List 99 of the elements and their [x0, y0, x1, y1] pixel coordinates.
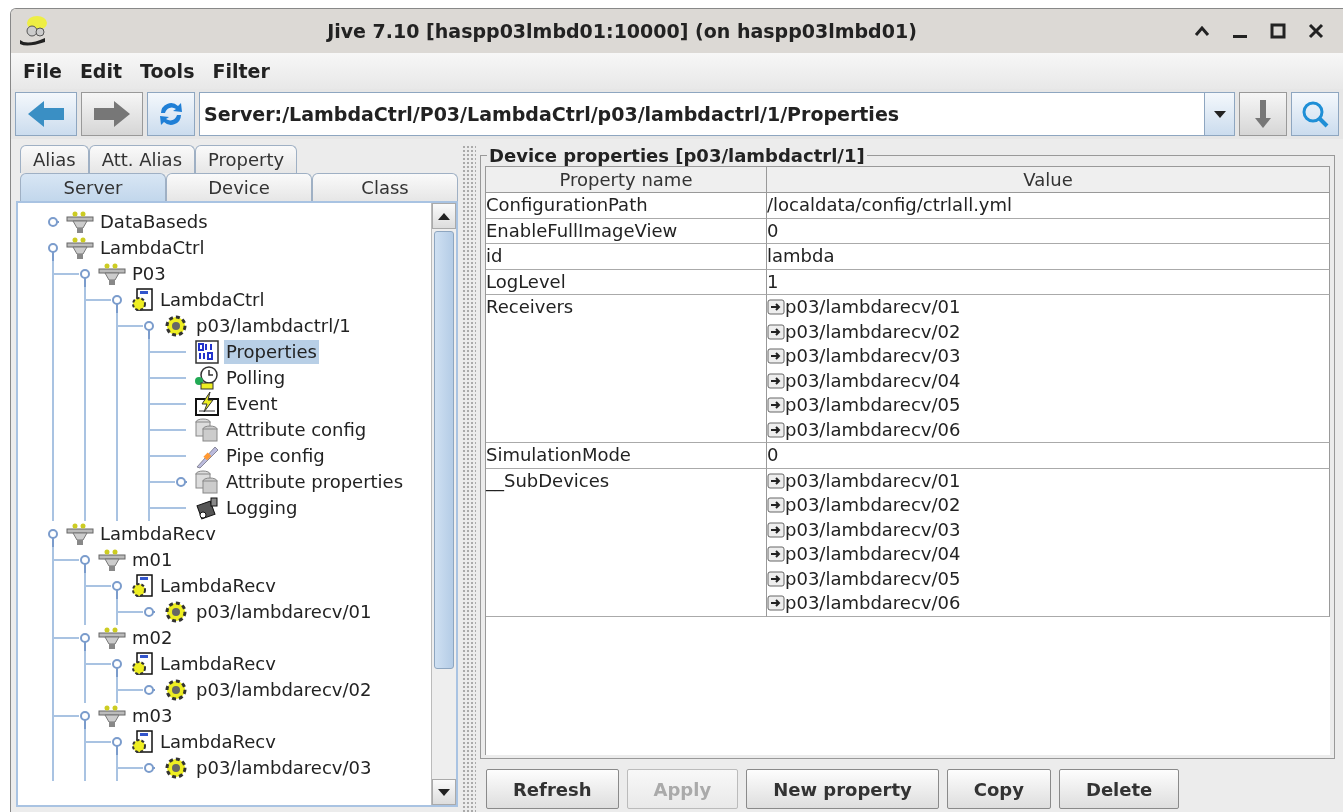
table-cell: p03/lambdarecv/01	[785, 468, 961, 493]
cylinders-icon	[193, 469, 221, 495]
tab[interactable]: Device	[166, 173, 312, 201]
splitter-handle[interactable]	[462, 145, 476, 812]
table-cell: p03/lambdarecv/05	[785, 566, 961, 591]
class-icon	[129, 651, 155, 677]
action-button[interactable]: Refresh	[486, 769, 619, 809]
tree-item[interactable]: p03/lambdarecv/03	[194, 756, 374, 780]
close-button[interactable]	[1307, 22, 1325, 40]
table-cell: p03/lambdarecv/04	[785, 368, 961, 393]
tree-item[interactable]: Properties	[224, 340, 319, 364]
tree-item[interactable]: m02	[130, 626, 175, 650]
lightning-icon	[193, 391, 221, 417]
class-icon	[129, 573, 155, 599]
scroll-up-button[interactable]	[432, 203, 456, 229]
class-icon	[129, 729, 155, 755]
tree-item[interactable]: LambdaRecv	[158, 574, 278, 598]
search-icon	[1300, 99, 1330, 129]
window-title: Jive 7.10 [haspp03lmbd01:10000] (on haspp03lmbd01)	[325, 20, 918, 42]
table-cell-text: 1	[767, 269, 780, 294]
camera-icon	[193, 495, 221, 521]
table-cell: p03/lambdarecv/02	[785, 319, 961, 344]
table-cell-text: lambda	[767, 244, 836, 268]
clock-icon	[193, 365, 221, 391]
tree-item[interactable]: Attribute config	[224, 418, 369, 442]
tree-item[interactable]: p03/lambdarecv/01	[194, 600, 374, 624]
table-cell-text: p03/lambdarecv/04	[785, 542, 961, 566]
tab[interactable]: Server	[20, 173, 166, 201]
menu-item[interactable]: Edit	[73, 60, 129, 82]
tree-item[interactable]: LambdaRecv	[98, 522, 218, 546]
caret-up-icon	[437, 211, 451, 221]
table-cell: id	[486, 244, 767, 270]
search-button[interactable]	[1291, 92, 1339, 136]
menu-item[interactable]: File	[17, 60, 68, 82]
scrollbar-thumb[interactable]	[434, 231, 454, 669]
tree-item[interactable]: LambdaCtrl	[98, 236, 207, 260]
tree-item[interactable]: m01	[130, 548, 175, 572]
class-icon	[129, 287, 155, 313]
column-header[interactable]: Value	[767, 167, 1330, 193]
action-button[interactable]: Delete	[1058, 769, 1180, 809]
tab[interactable]: Att. Alias	[88, 145, 195, 173]
caret-down-icon	[1212, 109, 1227, 119]
table-cell-text: 0	[767, 443, 780, 467]
tree-item[interactable]: Polling	[224, 366, 288, 390]
binary-grid-icon	[193, 339, 221, 365]
scroll-down-button[interactable]	[432, 779, 456, 805]
server-icon	[65, 209, 95, 235]
arrow-left-icon	[26, 99, 66, 129]
menu-item[interactable]: Filter	[206, 60, 276, 82]
table-cell-text: p03/lambdarecv/01	[785, 295, 961, 319]
tab[interactable]: Alias	[20, 145, 89, 173]
table-cell-text: p03/lambdarecv/03	[785, 344, 961, 368]
tree-item[interactable]: m03	[130, 704, 175, 728]
server-icon	[97, 261, 127, 287]
tree-item[interactable]: P03	[130, 262, 168, 286]
arrow-down-icon	[1253, 98, 1273, 130]
table-cell: p03/lambdarecv/03	[785, 517, 961, 542]
tree-item[interactable]: LambdaCtrl	[158, 288, 267, 312]
action-button[interactable]: New property	[746, 769, 939, 809]
tree-item[interactable]: p03/lambdactrl/1	[194, 314, 353, 338]
table-cell-text: p03/lambdarecv/06	[785, 591, 961, 615]
forward-button[interactable]	[81, 92, 143, 136]
tree-item[interactable]: Pipe config	[224, 444, 327, 468]
table-cell-text: p03/lambdarecv/02	[785, 493, 961, 517]
table-cell: EnableFullImageView	[486, 218, 767, 244]
back-button[interactable]	[15, 92, 77, 136]
tree-item[interactable]: Attribute properties	[224, 470, 406, 494]
address-field[interactable]: Server:/LambdaCtrl/P03/LambdaCtrl/p03/lambdactrl/1/Properties	[199, 92, 1204, 136]
menu-item[interactable]: Tools	[134, 60, 201, 82]
table-cell-text: /localdata/config/ctrlall.yml	[767, 193, 1014, 217]
down-arrow-button[interactable]	[1239, 92, 1287, 136]
tree-item[interactable]: Logging	[224, 496, 300, 520]
server-icon	[97, 625, 127, 651]
action-button[interactable]: Copy	[946, 769, 1051, 809]
tab[interactable]: Class	[312, 173, 458, 201]
server-icon	[97, 547, 127, 573]
server-icon	[65, 521, 95, 547]
refresh-button[interactable]	[147, 92, 195, 136]
caret-down-icon	[437, 787, 451, 797]
column-header[interactable]: Property name	[486, 167, 767, 193]
group-title: Device properties [p03/lambdactrl/1]	[488, 145, 866, 166]
maximize-button[interactable]	[1269, 22, 1287, 40]
cylinders-icon	[193, 417, 221, 443]
table-cell-text: p03/lambdarecv/05	[785, 393, 961, 417]
table-cell-text: 0	[767, 218, 780, 243]
table-cell: SimulationMode	[486, 443, 767, 469]
tree-item[interactable]: p03/lambdarecv/02	[194, 678, 374, 702]
tree-item[interactable]: LambdaRecv	[158, 652, 278, 676]
tree-item[interactable]: LambdaRecv	[158, 730, 278, 754]
tab[interactable]: Property	[195, 145, 298, 173]
dropdown-button[interactable]	[1204, 92, 1235, 136]
server-icon	[97, 703, 127, 729]
arrow-right-icon	[92, 99, 132, 129]
table-cell: LogLevel	[486, 269, 767, 295]
tree-item[interactable]: Event	[224, 392, 280, 416]
table-cell: ConfigurationPath	[486, 193, 767, 219]
server-icon	[65, 235, 95, 261]
tree-item[interactable]: DataBaseds	[98, 210, 210, 234]
table-cell: p03/lambdarecv/06	[785, 417, 961, 442]
